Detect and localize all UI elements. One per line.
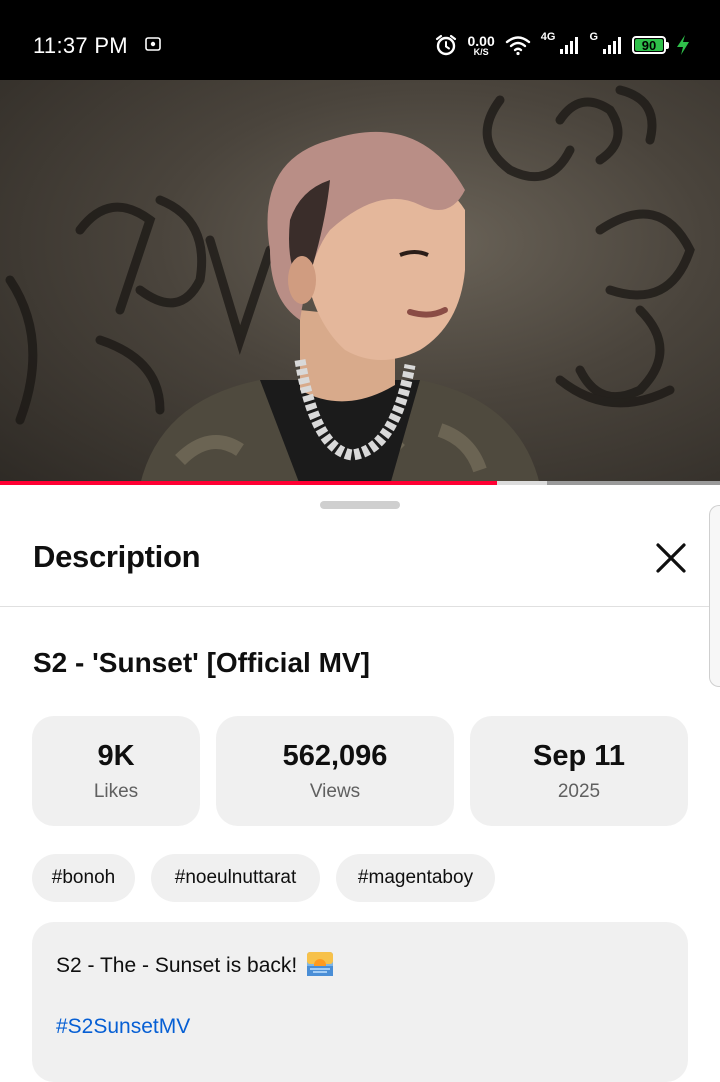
video-player[interactable]: [0, 80, 720, 485]
publish-date: Sep 11: [533, 739, 625, 772]
description-body: S2 - The - Sunset is back! #S2SunsetMV: [32, 922, 688, 1082]
battery-icon: 90: [632, 36, 669, 54]
description-sheet: Description S2 - 'Sunset' [Official MV] …: [0, 485, 720, 1082]
hashtag-chip[interactable]: #magentaboy: [336, 854, 495, 902]
stat-date: Sep 11 2025: [470, 716, 688, 826]
publish-year: 2025: [557, 780, 601, 802]
video-stats: 9K Likes 562,096 Views Sep 11 2025: [32, 716, 688, 826]
description-line: S2 - The - Sunset is back!: [56, 952, 334, 978]
close-icon: [656, 543, 686, 573]
status-bar: 11:37 PM 0.00 K/S 4G G 90: [0, 0, 720, 80]
likes-label: Likes: [93, 780, 139, 802]
hashtag-chip[interactable]: #noeulnuttarat: [151, 854, 320, 902]
sheet-title: Description: [33, 539, 201, 574]
stat-likes: 9K Likes: [32, 716, 200, 826]
wifi-icon: [505, 36, 530, 56]
stat-views: 562,096 Views: [216, 716, 454, 826]
sheet-header: Description: [0, 521, 720, 607]
views-count: 562,096: [282, 739, 388, 772]
signal-icon: [603, 37, 621, 54]
likes-count: 9K: [97, 739, 135, 772]
screenshot-icon: [145, 37, 161, 51]
description-hashtag-link[interactable]: #S2SunsetMV: [56, 1015, 190, 1039]
network-type-1: 4G: [540, 31, 556, 43]
signal-icon: [560, 37, 579, 54]
hashtag-chip[interactable]: #bonoh: [32, 854, 135, 902]
status-time: 11:37 PM: [33, 33, 128, 58]
video-frame-person: [140, 131, 540, 485]
scrollbar[interactable]: [709, 505, 720, 687]
close-button[interactable]: [648, 535, 694, 581]
drag-handle[interactable]: [320, 501, 400, 509]
data-rate: 0.00 K/S: [467, 32, 495, 57]
status-icons: 0.00 K/S 4G G 90: [434, 30, 691, 60]
network-type-2: G: [589, 31, 598, 43]
views-label: Views: [309, 780, 361, 802]
charging-icon: [677, 35, 689, 55]
sunrise-emoji-icon: [307, 952, 334, 976]
video-title: S2 - 'Sunset' [Official MV]: [33, 647, 370, 678]
alarm-icon: [435, 34, 456, 56]
